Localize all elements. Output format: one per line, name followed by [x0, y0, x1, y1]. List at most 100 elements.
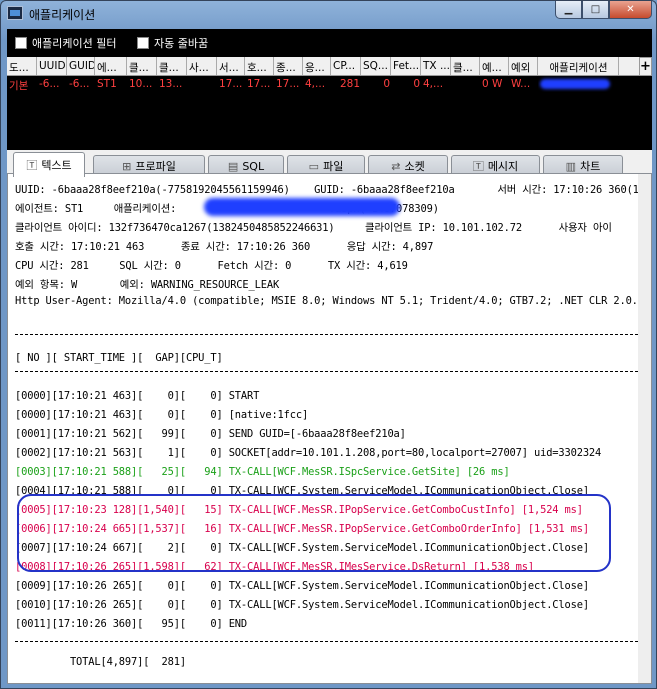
column-header[interactable]: TX ... [421, 57, 451, 75]
socket-icon: ⇄ [391, 159, 401, 173]
column-header[interactable]: UUID [37, 57, 67, 75]
grid-cell: 기본 [9, 80, 29, 92]
column-header[interactable]: Fet... [391, 57, 421, 75]
file-icon: ▭ [308, 159, 320, 173]
column-header[interactable]: CP... [331, 57, 361, 75]
grid-cell [451, 76, 480, 92]
client-line: 클라이언트 아이디: 132f736470ca1267(138245048585… [15, 222, 612, 234]
grid-cell: 13... [159, 78, 183, 90]
column-header[interactable]: GUID [67, 57, 95, 75]
column-header[interactable]: SQ... [361, 57, 391, 75]
profile-row: [0011][17:10:26 360][ 95][ 0] END [15, 618, 248, 630]
tab-text[interactable]: 🅃 텍스트 [13, 152, 85, 177]
grid-cell: 0 [383, 78, 390, 90]
minimize-icon: ▁ [564, 4, 573, 15]
grid-cell: 4,... [423, 78, 444, 90]
word-wrap-label: 자동 줄바꿈 [154, 37, 209, 50]
grid-cell: 10... [129, 78, 153, 90]
user-agent-line: Http User-Agent: Mozilla/4.0 (compatible… [15, 295, 644, 307]
grid-cell: 0 W [482, 78, 503, 90]
profile-row: [0000][17:10:21 463][ 0][ 0] [native:1fc… [15, 409, 309, 421]
app-window: 애플리케이션 ▁ □ ✕ 애플리케이션 필터 자동 줄바꿈 도... UUID … [0, 0, 657, 689]
detail-tab-strip: 🅃 텍스트 ⊞ 프로파일 ▤ SQL ▭ 파일 ⇄ 소켓 🅃 메시지 ▥ 차트 [7, 147, 652, 177]
total-line: TOTAL[4,897][ 281] [15, 656, 186, 668]
column-header[interactable]: 응... [303, 57, 331, 75]
minimize-button[interactable]: ▁ [555, 1, 582, 19]
grid-cell: -6... [39, 78, 60, 90]
column-header[interactable]: 호... [245, 57, 274, 75]
profile-row: [0002][17:10:21 563][ 1][ 0] SOCKET[addr… [15, 447, 602, 459]
column-header[interactable]: 클... [451, 57, 480, 75]
tab-label: 차트 [580, 160, 601, 173]
column-header[interactable]: 클... [127, 57, 157, 75]
maximize-button[interactable]: □ [582, 1, 609, 19]
profile-row: [0001][17:10:21 562][ 99][ 0] SEND GUID=… [15, 428, 406, 440]
column-header[interactable]: 서... [217, 57, 245, 75]
tab-label: 메시지 [487, 160, 519, 173]
grid-cell [187, 76, 217, 92]
grid-cell: 4,... [305, 78, 326, 90]
tab-label: SQL [242, 159, 265, 173]
checkbox-box[interactable] [137, 37, 149, 49]
close-button[interactable]: ✕ [609, 1, 652, 19]
uuid-line: UUID: -6baaa28f8eef210a(-775819204556115… [15, 184, 639, 196]
grid-cell: 17... [276, 78, 300, 90]
text-scrollbar[interactable] [638, 174, 651, 683]
column-header[interactable]: 에... [95, 57, 127, 75]
cpu-time-line: CPU 시간: 281 SQL 시간: 0 Fetch 시간: 0 TX 시간:… [15, 260, 408, 272]
text-view[interactable]: UUID: -6baaa28f8eef210a(-775819204556115… [7, 173, 652, 684]
grid-cell: 0 [413, 78, 420, 90]
grid-cell: ST1 [97, 78, 117, 90]
profile-row: [0010][17:10:26 265][ 0][ 0] TX-CALL[WCF… [15, 599, 589, 611]
call-time-line: 호출 시간: 17:10:21 463 종료 시간: 17:10:26 360 … [15, 241, 434, 253]
profile-row: [0009][17:10:26 265][ 0][ 0] TX-CALL[WCF… [15, 580, 589, 592]
app-icon [7, 6, 23, 20]
column-header[interactable]: 종... [274, 57, 303, 75]
exception-line: 예외 항목: W 예외: WARNING_RESOURCE_LEAK [15, 279, 280, 291]
redacted-cell [538, 76, 619, 92]
text-icon: 🅃 [26, 159, 38, 172]
annotation-oval [17, 494, 611, 572]
database-icon: ▤ [227, 159, 239, 173]
plus-icon: + [640, 59, 651, 74]
column-header[interactable]: 사... [187, 57, 217, 75]
redaction-mark [204, 198, 400, 216]
tab-label: 소켓 [404, 160, 425, 173]
grid-header: 도... UUID GUID 에... 클... 클... 사... 서... … [7, 57, 639, 76]
grid-cell: W... [511, 78, 531, 90]
column-header[interactable]: 도... [7, 57, 37, 75]
chart-icon: ▥ [565, 159, 577, 173]
tab-label: 텍스트 [41, 159, 72, 172]
window-title: 애플리케이션 [29, 8, 96, 22]
tab-label: 프로파일 [135, 160, 176, 173]
app-filter-label: 애플리케이션 필터 [32, 37, 117, 50]
close-icon: ✕ [626, 4, 635, 15]
add-column-button[interactable]: + [639, 57, 652, 76]
profile-row: [0000][17:10:21 463][ 0][ 0] START [15, 390, 260, 402]
title-bar[interactable]: 애플리케이션 ▁ □ ✕ [1, 1, 656, 27]
app-filter-checkbox[interactable]: 애플리케이션 필터 [15, 35, 116, 51]
grid-cell: -6... [69, 78, 90, 90]
table-row[interactable]: 기본 -6... -6... ST1 10... 13... 17... 17.… [7, 76, 639, 92]
grid-cell: 17... [219, 78, 243, 90]
grid-cell: 281 [339, 78, 360, 90]
divider [15, 641, 651, 642]
tab-label: 파일 [323, 160, 344, 173]
filter-bar: 애플리케이션 필터 자동 줄바꿈 [7, 29, 652, 55]
redaction-mark [540, 79, 610, 89]
column-header[interactable]: 예... [480, 57, 509, 75]
divider [15, 371, 651, 372]
message-icon: 🅃 [472, 160, 484, 173]
word-wrap-checkbox[interactable]: 자동 줄바꿈 [137, 35, 208, 51]
checkbox-box[interactable] [15, 37, 27, 49]
column-header[interactable]: 클... [157, 57, 187, 75]
profile-header: [ NO ][ START_TIME ][ GAP][CPU_T] [15, 352, 223, 364]
profile-row: [0003][17:10:21 588][ 25][ 94] TX-CALL[W… [15, 466, 510, 478]
maximize-icon: □ [590, 4, 601, 15]
column-header[interactable]: 예외 [509, 57, 538, 75]
profile-icon: ⊞ [122, 159, 132, 173]
column-header[interactable]: 애플리케이션 [538, 57, 619, 75]
client-area: 애플리케이션 필터 자동 줄바꿈 도... UUID GUID 에... 클..… [7, 29, 652, 684]
grid-cell: 17... [247, 78, 271, 90]
divider [15, 334, 651, 335]
